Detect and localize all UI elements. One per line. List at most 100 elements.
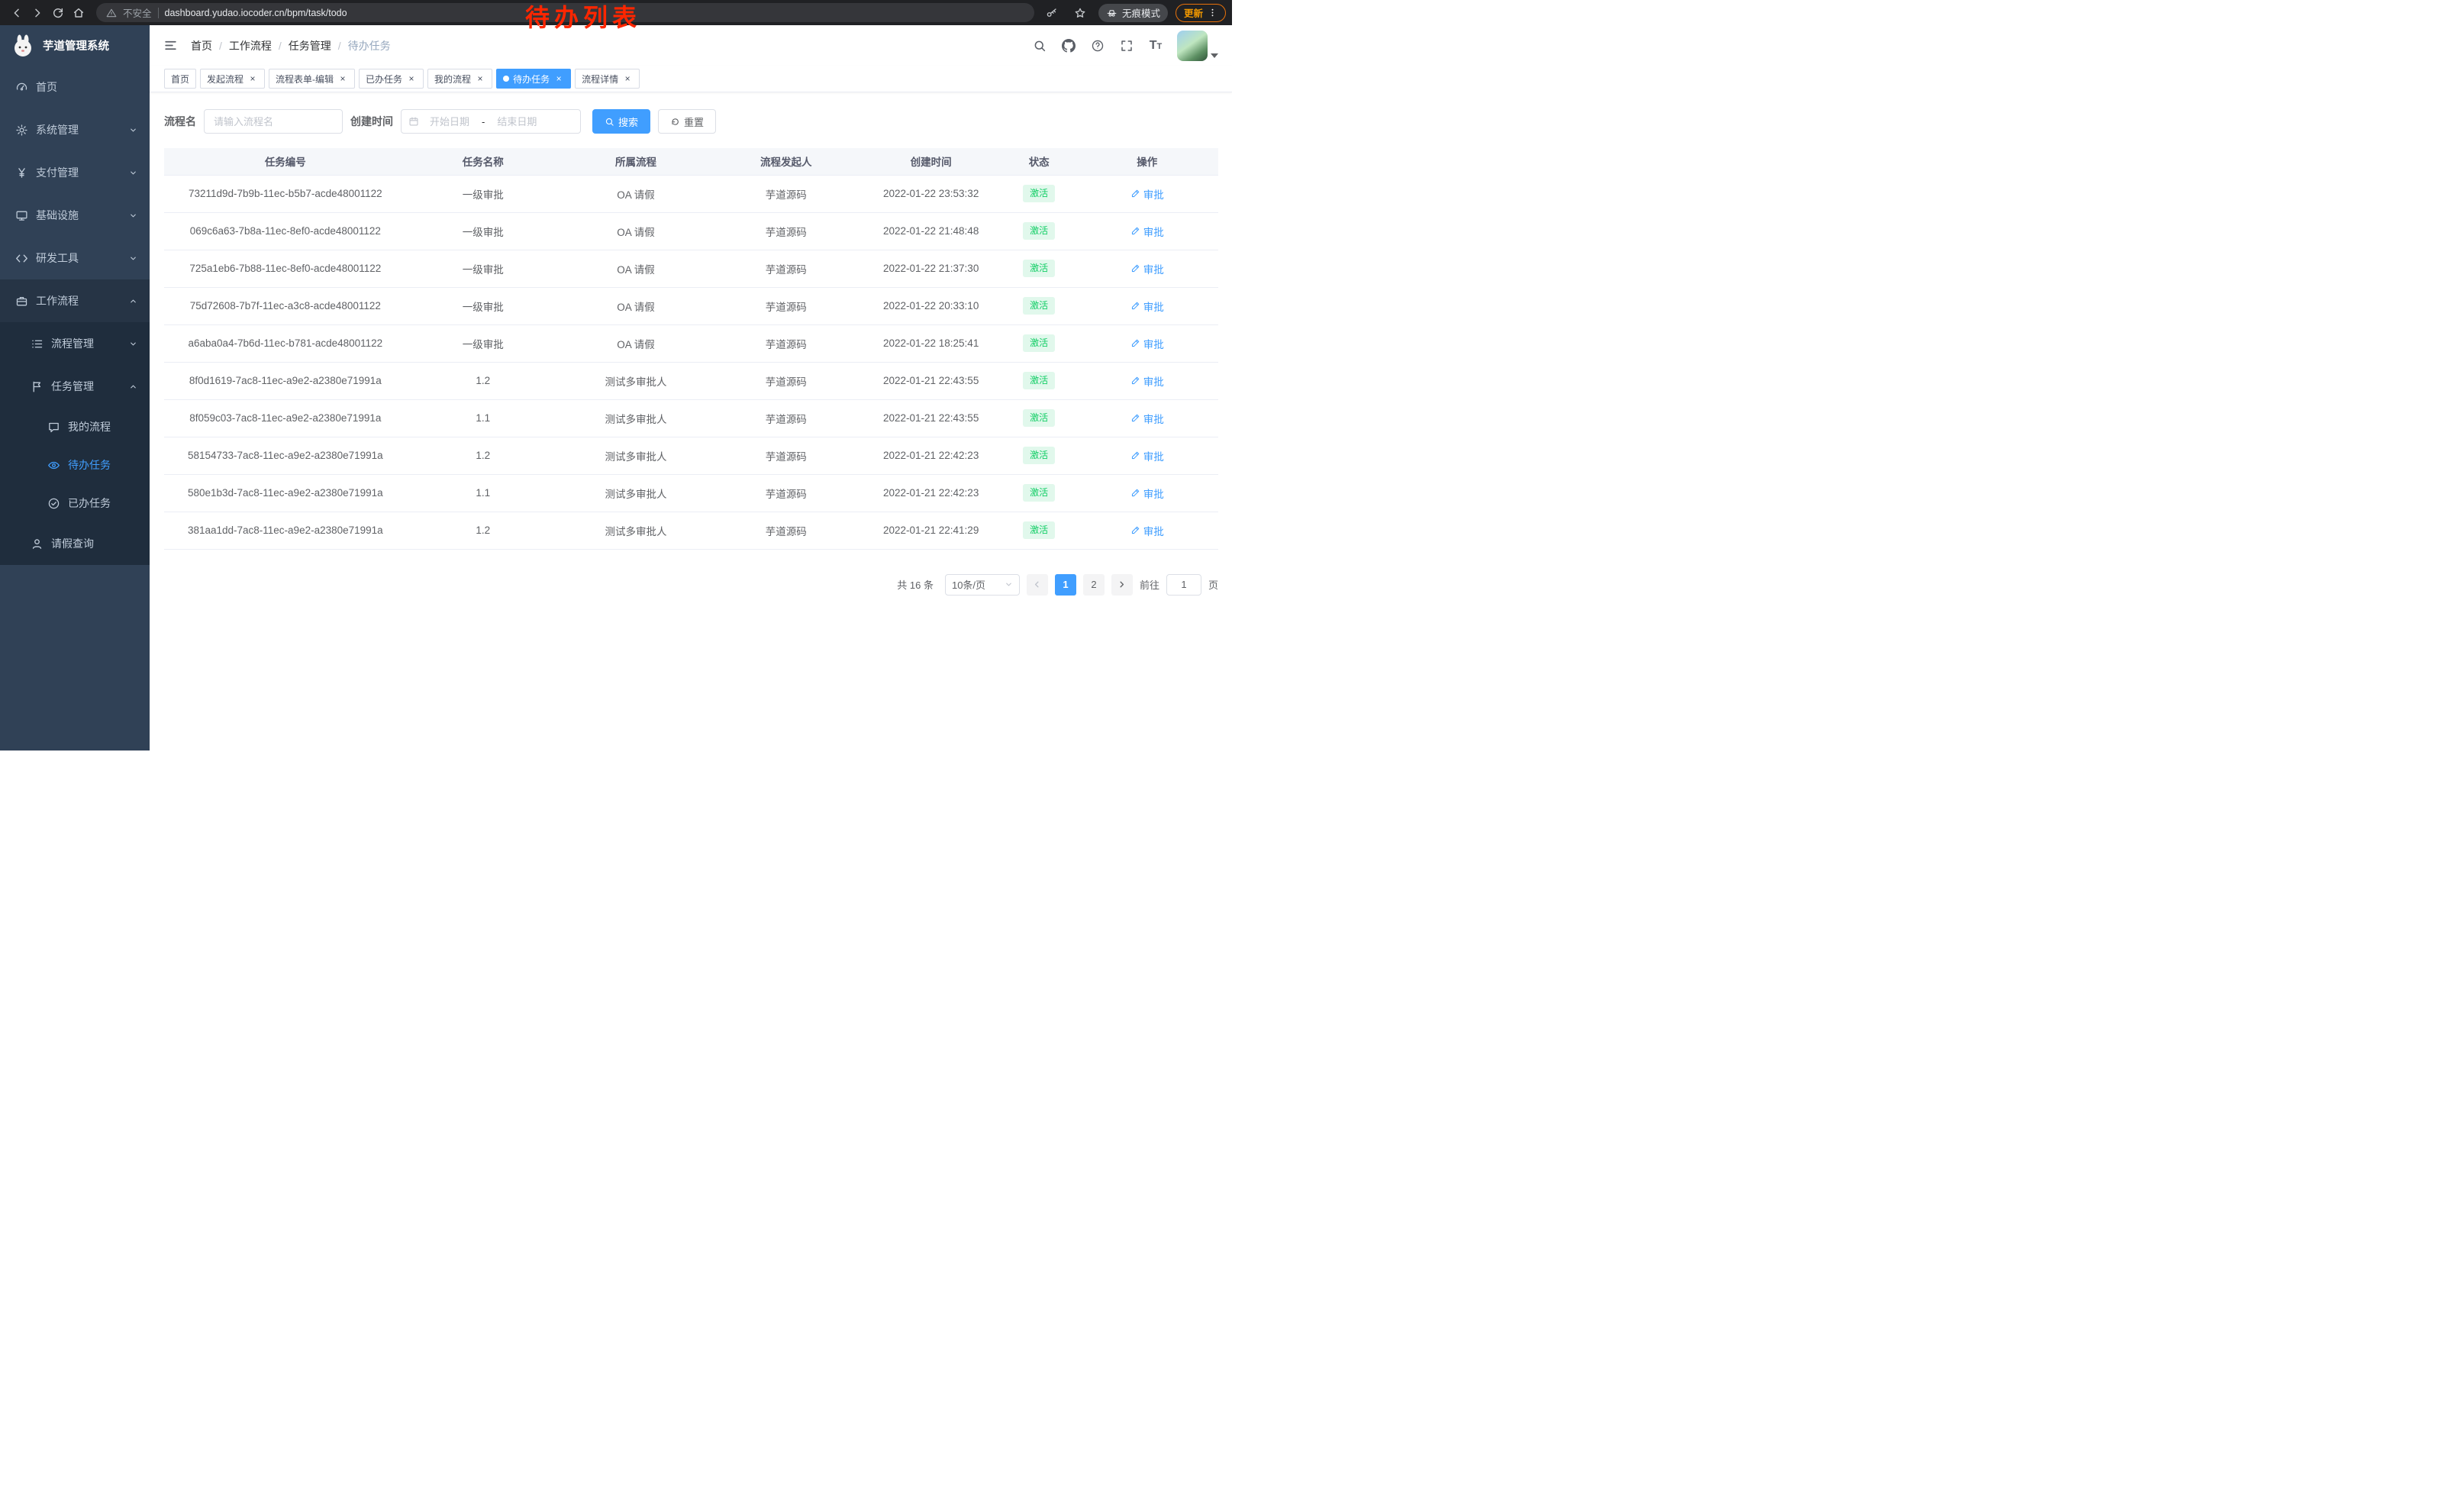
main-area: 首页 / 工作流程 / 任务管理 / 待办任务 T T bbox=[150, 25, 1232, 750]
cell-initiator: 芋道源码 bbox=[712, 437, 859, 474]
cell-action: 审批 bbox=[1076, 287, 1218, 324]
start-date-input[interactable] bbox=[421, 116, 479, 128]
approve-link[interactable]: 审批 bbox=[1130, 186, 1164, 202]
reload-icon bbox=[52, 7, 64, 19]
approve-link[interactable]: 审批 bbox=[1130, 411, 1164, 426]
star-icon bbox=[1074, 7, 1086, 19]
browser-window: 不安全 dashboard.yudao.iocoder.cn/bpm/task/… bbox=[0, 0, 1232, 750]
browser-back-button[interactable] bbox=[6, 2, 27, 23]
cell-initiator: 芋道源码 bbox=[712, 362, 859, 399]
sidebar-toggle[interactable] bbox=[150, 25, 191, 66]
app-root: 芋道管理系统 首页 系统管理 支付管理 基础设施 研发工具 工作流程 流程管理 … bbox=[0, 25, 1232, 750]
approve-label: 审批 bbox=[1143, 373, 1164, 389]
password-key-button[interactable] bbox=[1042, 2, 1063, 23]
app-title: 芋道管理系统 bbox=[43, 37, 109, 53]
sidebar-item[interactable]: 流程管理 bbox=[0, 322, 150, 365]
goto-page-input[interactable] bbox=[1166, 574, 1201, 596]
view-tab[interactable]: 已办任务 × bbox=[359, 69, 424, 89]
tab-close-icon[interactable]: × bbox=[406, 73, 417, 84]
search-button[interactable]: 搜索 bbox=[592, 109, 650, 134]
browser-reload-button[interactable] bbox=[47, 2, 68, 23]
sidebar-item[interactable]: 首页 bbox=[0, 66, 150, 108]
prev-page-button[interactable] bbox=[1027, 574, 1048, 596]
breadcrumb-item[interactable]: 任务管理 bbox=[289, 38, 331, 53]
cell-task-name: 1.1 bbox=[407, 474, 560, 512]
approve-link[interactable]: 审批 bbox=[1130, 448, 1164, 463]
cell-create-time: 2022-01-21 22:43:55 bbox=[859, 399, 1001, 437]
font-size-button[interactable]: T T bbox=[1143, 39, 1168, 53]
tab-close-icon[interactable]: × bbox=[622, 73, 633, 84]
app-logo[interactable]: 芋道管理系统 bbox=[0, 25, 150, 66]
approve-link[interactable]: 审批 bbox=[1130, 336, 1164, 351]
update-button[interactable]: 更新 bbox=[1176, 4, 1226, 22]
cell-create-time: 2022-01-22 20:33:10 bbox=[859, 287, 1001, 324]
view-tab[interactable]: 发起流程 × bbox=[200, 69, 265, 89]
view-tab[interactable]: 待办任务 × bbox=[496, 69, 571, 89]
breadcrumb-item[interactable]: 工作流程 bbox=[229, 38, 272, 53]
cell-process: 测试多审批人 bbox=[560, 362, 712, 399]
chevron-right-icon bbox=[1117, 579, 1127, 589]
approve-link[interactable]: 审批 bbox=[1130, 261, 1164, 276]
cell-status: 激活 bbox=[1002, 212, 1076, 250]
breadcrumb-item[interactable]: 首页 bbox=[191, 38, 212, 53]
approve-link[interactable]: 审批 bbox=[1130, 373, 1164, 389]
fullscreen-button[interactable] bbox=[1114, 34, 1139, 58]
github-link[interactable] bbox=[1056, 34, 1081, 58]
tab-close-icon[interactable]: × bbox=[475, 73, 485, 84]
sidebar-item[interactable]: 待办任务 bbox=[0, 446, 150, 484]
bookmark-star-button[interactable] bbox=[1070, 2, 1091, 23]
process-name-input[interactable] bbox=[204, 109, 343, 134]
approve-link[interactable]: 审批 bbox=[1130, 523, 1164, 538]
view-tab[interactable]: 我的流程 × bbox=[427, 69, 492, 89]
reset-button[interactable]: 重置 bbox=[658, 109, 716, 134]
sidebar-item[interactable]: 工作流程 bbox=[0, 279, 150, 322]
user-avatar-menu[interactable] bbox=[1177, 31, 1218, 61]
sidebar-item[interactable]: 系统管理 bbox=[0, 108, 150, 151]
view-tab[interactable]: 流程详情 × bbox=[575, 69, 640, 89]
tab-close-icon[interactable]: × bbox=[247, 73, 258, 84]
approve-link[interactable]: 审批 bbox=[1130, 224, 1164, 239]
cell-task-id: 58154733-7ac8-11ec-a9e2-a2380e71991a bbox=[164, 437, 407, 474]
cell-task-id: 725a1eb6-7b88-11ec-8ef0-acde48001122 bbox=[164, 250, 407, 287]
page-number-button[interactable]: 2 bbox=[1083, 574, 1105, 596]
cell-task-id: 73211d9d-7b9b-11ec-b5b7-acde48001122 bbox=[164, 175, 407, 212]
sidebar-item[interactable]: 我的流程 bbox=[0, 408, 150, 446]
end-date-input[interactable] bbox=[488, 116, 546, 128]
tab-close-icon[interactable]: × bbox=[553, 73, 564, 84]
approve-link[interactable]: 审批 bbox=[1130, 299, 1164, 314]
view-tab[interactable]: 首页 bbox=[164, 69, 196, 89]
browser-home-button[interactable] bbox=[68, 2, 89, 23]
sidebar-item[interactable]: 支付管理 bbox=[0, 151, 150, 194]
not-secure-warning-icon bbox=[106, 8, 117, 18]
view-tab[interactable]: 流程表单-编辑 × bbox=[269, 69, 355, 89]
browser-forward-button[interactable] bbox=[27, 2, 47, 23]
approve-link[interactable]: 审批 bbox=[1130, 486, 1164, 501]
cell-task-name: 1.1 bbox=[407, 399, 560, 437]
page-number-button[interactable]: 1 bbox=[1055, 574, 1076, 596]
task-table: 任务编号任务名称所属流程流程发起人创建时间状态操作 73211d9d-7b9b-… bbox=[164, 148, 1218, 550]
page-size-select[interactable]: 10条/页 bbox=[945, 574, 1020, 596]
approve-label: 审批 bbox=[1143, 224, 1164, 239]
docs-help-button[interactable] bbox=[1085, 34, 1110, 58]
date-range-picker[interactable]: - bbox=[401, 109, 581, 134]
cell-process: OA 请假 bbox=[560, 250, 712, 287]
address-bar[interactable]: 不安全 dashboard.yudao.iocoder.cn/bpm/task/… bbox=[96, 3, 1034, 22]
incognito-badge: 无痕模式 bbox=[1098, 4, 1168, 22]
cell-create-time: 2022-01-22 21:37:30 bbox=[859, 250, 1001, 287]
sidebar-item[interactable]: 任务管理 bbox=[0, 365, 150, 408]
goto-label: 前往 bbox=[1140, 577, 1159, 592]
cell-action: 审批 bbox=[1076, 512, 1218, 549]
cell-status: 激活 bbox=[1002, 287, 1076, 324]
sidebar-item[interactable]: 基础设施 bbox=[0, 194, 150, 237]
next-page-button[interactable] bbox=[1111, 574, 1133, 596]
tab-close-icon[interactable]: × bbox=[337, 73, 348, 84]
cell-action: 审批 bbox=[1076, 437, 1218, 474]
process-name-label: 流程名 bbox=[164, 114, 196, 129]
sidebar-item[interactable]: 研发工具 bbox=[0, 237, 150, 279]
sidebar-item[interactable]: 已办任务 bbox=[0, 484, 150, 522]
header-search-button[interactable] bbox=[1027, 34, 1052, 58]
sidebar-item[interactable]: 请假查询 bbox=[0, 522, 150, 565]
menu-icon bbox=[47, 497, 60, 510]
menu-icon bbox=[15, 295, 28, 308]
cell-status: 激活 bbox=[1002, 512, 1076, 549]
